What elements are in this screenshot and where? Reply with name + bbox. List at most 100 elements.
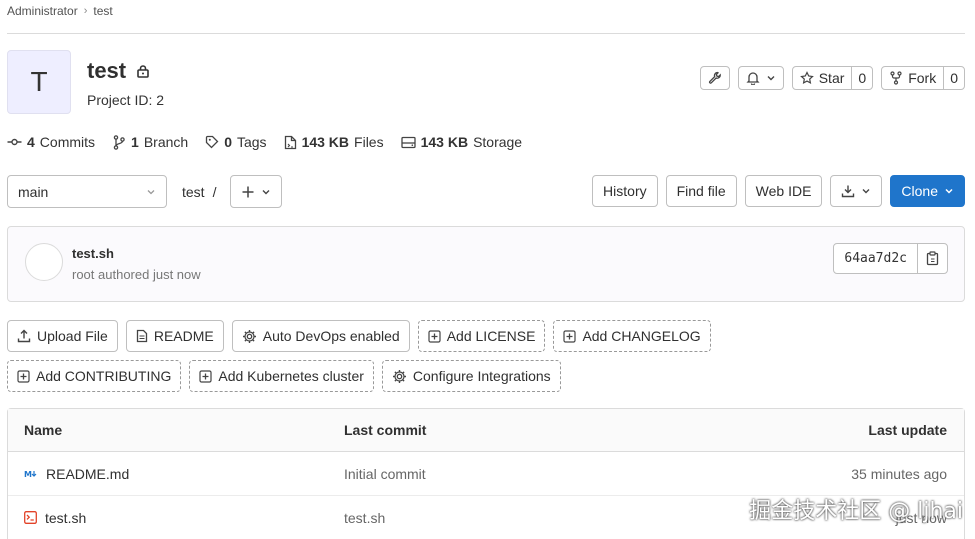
quick-actions: Upload File README Auto DevOps enabled A… xyxy=(7,320,887,392)
breadcrumb-item-test[interactable]: test xyxy=(93,4,112,18)
plus-square-icon xyxy=(199,369,212,383)
upload-file-button[interactable]: Upload File xyxy=(7,320,118,352)
commit-sha-group: 64aa7d2c xyxy=(833,243,948,274)
readme-button[interactable]: README xyxy=(125,320,224,352)
find-file-button[interactable]: Find file xyxy=(665,175,737,207)
stat-commits[interactable]: 4 Commits xyxy=(7,134,95,150)
stat-branches-label: Branch xyxy=(143,134,189,150)
file-tree-header: Name Last commit Last update xyxy=(8,409,964,452)
project-id: Project ID: 2 xyxy=(87,92,165,108)
readme-label: README xyxy=(153,328,214,344)
web-ide-button[interactable]: Web IDE xyxy=(744,175,823,207)
stat-storage[interactable]: 143 KB Storage xyxy=(400,134,523,150)
star-button[interactable]: Star 0 xyxy=(791,66,874,90)
commit-meta: root authored just now xyxy=(72,267,201,282)
fork-label: Fork xyxy=(908,70,937,86)
auto-devops-button[interactable]: Auto DevOps enabled xyxy=(231,320,410,352)
stat-storage-label: Storage xyxy=(473,134,523,150)
configure-integrations-label: Configure Integrations xyxy=(412,368,551,384)
repo-path-separator: / xyxy=(212,184,217,200)
add-license-button[interactable]: Add LICENSE xyxy=(417,320,546,352)
stat-storage-value: 143 KB xyxy=(420,134,469,150)
file-icon xyxy=(284,135,297,150)
fork-count[interactable]: 0 xyxy=(943,67,964,89)
chevron-down-icon xyxy=(766,73,776,83)
file-name-link[interactable]: README.md xyxy=(46,466,129,482)
stat-files-value: 143 KB xyxy=(301,134,350,150)
project-name: test xyxy=(87,58,127,83)
file-last-commit-link[interactable]: test.sh xyxy=(344,510,764,526)
divider xyxy=(7,33,965,34)
stat-commits-value: 4 xyxy=(27,134,35,150)
chevron-right-icon: › xyxy=(83,5,88,17)
chevron-down-icon xyxy=(944,186,954,196)
chevron-down-icon xyxy=(146,187,156,197)
add-contributing-button[interactable]: Add CONTRIBUTING xyxy=(7,360,182,392)
download-icon xyxy=(841,184,855,198)
header-last-commit: Last commit xyxy=(344,422,427,438)
bell-icon xyxy=(746,71,760,85)
file-last-commit-link[interactable]: Initial commit xyxy=(344,466,764,482)
plus-icon xyxy=(241,185,255,199)
table-row[interactable]: M README.md Initial commit 35 minutes ag… xyxy=(8,452,964,496)
commit-sha[interactable]: 64aa7d2c xyxy=(834,244,917,273)
copy-sha-button[interactable] xyxy=(917,244,947,273)
clone-label: Clone xyxy=(901,183,938,199)
watermark: 掘金技术社区 @ ljhai xyxy=(749,499,963,524)
gear-icon xyxy=(392,369,407,384)
project-stats: 4 Commits 1 Branch 0 Tags 143 KB Files 143 K… xyxy=(7,134,522,150)
plus-square-icon xyxy=(563,329,577,343)
branch-icon xyxy=(112,134,126,150)
repo-path-root[interactable]: test xyxy=(182,184,205,200)
clipboard-icon xyxy=(926,251,939,266)
add-to-tree-dropdown[interactable] xyxy=(230,175,282,208)
breadcrumb: Administrator › test xyxy=(7,4,113,18)
clone-dropdown[interactable]: Clone xyxy=(890,175,965,207)
plus-square-icon xyxy=(17,369,30,383)
project-title: test xyxy=(87,58,150,84)
author-avatar[interactable] xyxy=(25,243,63,281)
auto-devops-label: Auto DevOps enabled xyxy=(262,328,400,344)
repo-path: test / xyxy=(182,184,216,200)
breadcrumb-item-administrator[interactable]: Administrator xyxy=(7,4,78,18)
download-dropdown[interactable] xyxy=(830,175,883,207)
header-actions: Star 0 Fork 0 xyxy=(699,66,965,90)
add-kubernetes-cluster-button[interactable]: Add Kubernetes cluster xyxy=(189,360,374,392)
header-name: Name xyxy=(24,422,63,438)
stat-branches-value: 1 xyxy=(131,134,139,150)
branch-selector-value: main xyxy=(18,183,49,200)
settings-button[interactable] xyxy=(699,66,730,90)
star-label: Star xyxy=(818,70,845,86)
fork-button[interactable]: Fork 0 xyxy=(881,66,965,90)
file-last-update: 35 minutes ago xyxy=(851,465,947,482)
wrench-icon xyxy=(708,71,722,85)
chevron-down-icon xyxy=(261,187,271,197)
notifications-dropdown[interactable] xyxy=(737,66,784,90)
last-commit-panel: test.sh root authored just now 64aa7d2c xyxy=(7,226,965,302)
svg-text:M: M xyxy=(24,470,32,479)
add-changelog-label: Add CHANGELOG xyxy=(582,328,701,344)
fork-icon xyxy=(889,71,903,85)
add-license-label: Add LICENSE xyxy=(446,328,536,344)
markdown-icon: M xyxy=(24,469,38,479)
star-count[interactable]: 0 xyxy=(851,67,872,89)
terminal-file-icon xyxy=(24,511,37,524)
stat-files-label: Files xyxy=(354,134,384,150)
file-name-link[interactable]: test.sh xyxy=(45,510,86,526)
project-avatar[interactable]: T xyxy=(7,50,71,114)
storage-icon xyxy=(400,136,416,149)
history-button[interactable]: History xyxy=(592,175,658,207)
branch-selector[interactable]: main xyxy=(7,175,167,208)
commit-title[interactable]: test.sh xyxy=(72,246,114,261)
stat-branches[interactable]: 1 Branch xyxy=(112,134,188,150)
add-changelog-button[interactable]: Add CHANGELOG xyxy=(553,320,711,352)
tag-icon xyxy=(205,135,219,149)
upload-icon xyxy=(17,329,31,343)
stat-files[interactable]: 143 KB Files xyxy=(284,134,384,150)
add-contributing-label: Add CONTRIBUTING xyxy=(36,368,172,384)
upload-file-label: Upload File xyxy=(37,328,108,344)
stat-tags[interactable]: 0 Tags xyxy=(205,134,267,150)
lock-icon xyxy=(136,64,150,78)
configure-integrations-button[interactable]: Configure Integrations xyxy=(381,360,561,392)
stat-tags-label: Tags xyxy=(236,134,267,150)
